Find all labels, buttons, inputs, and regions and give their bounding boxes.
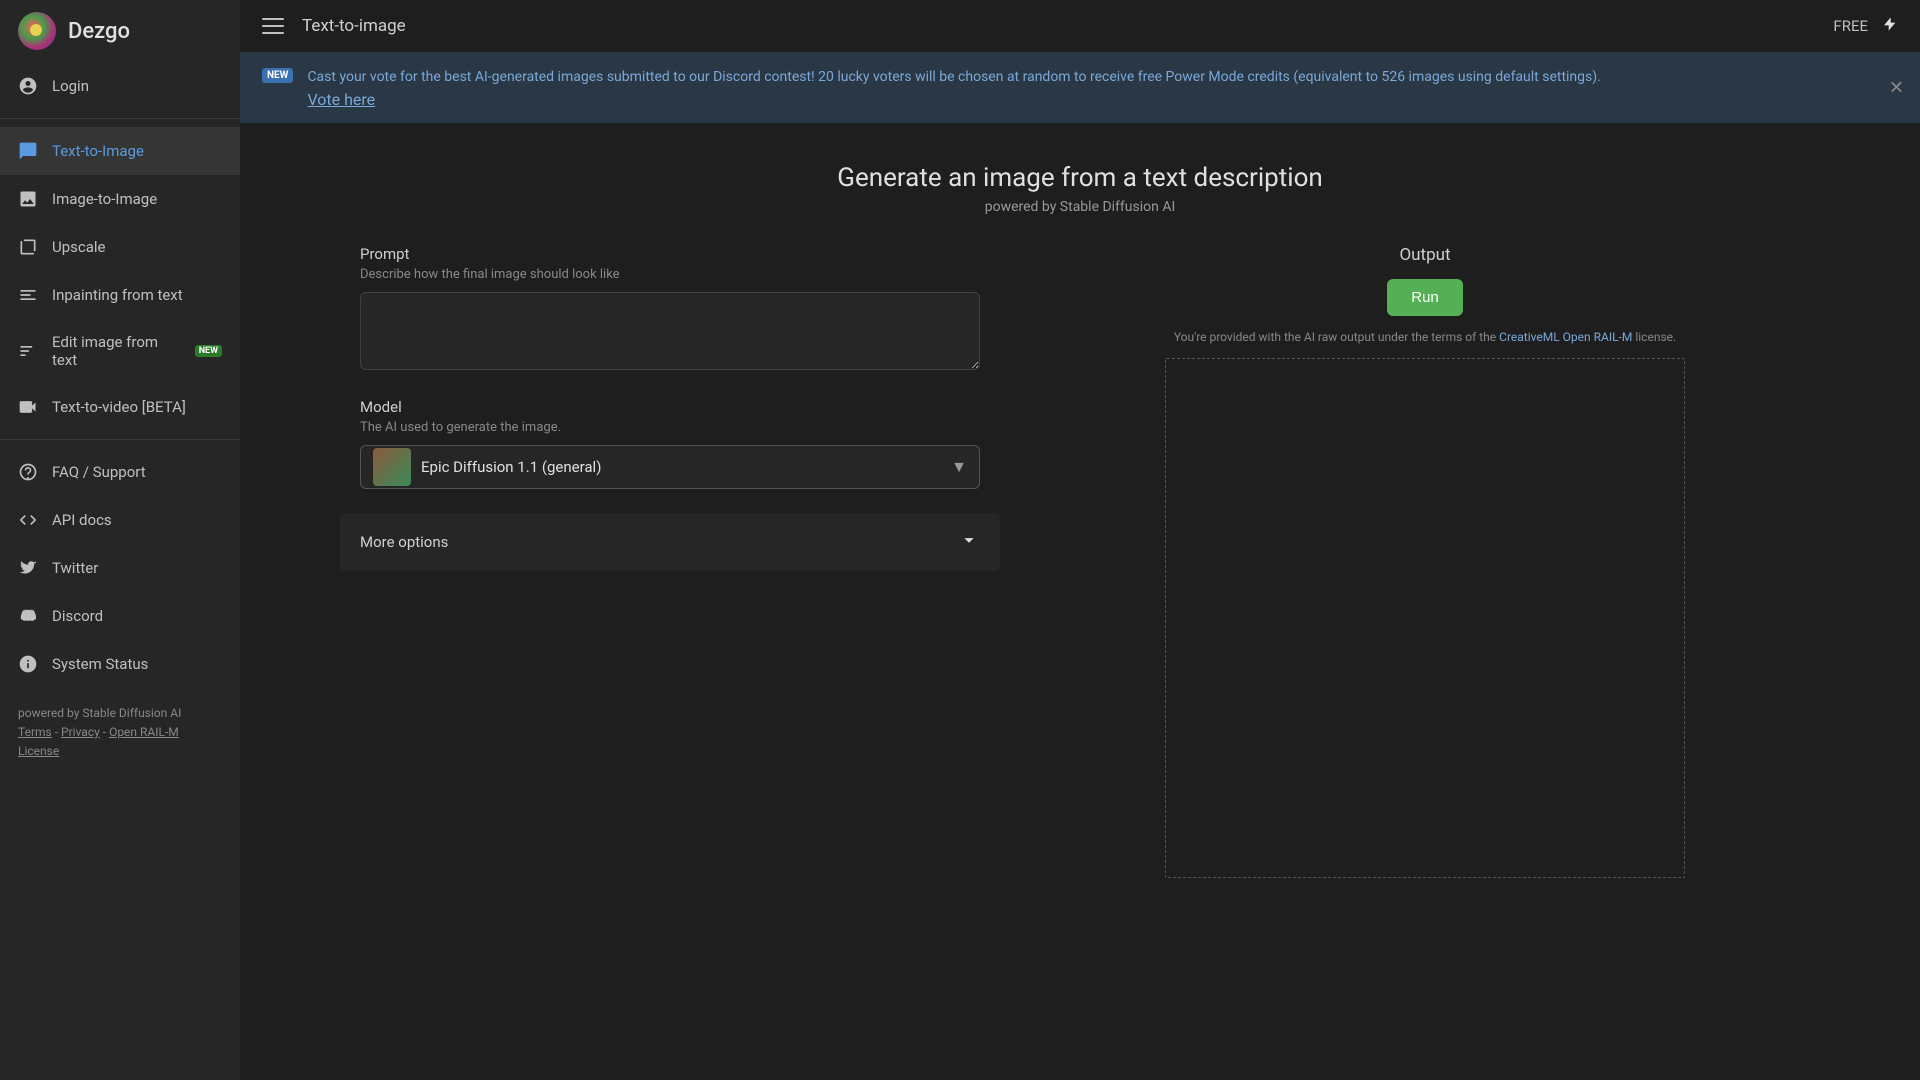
sidebar-item-label: Inpainting from text xyxy=(52,286,183,304)
chat-icon xyxy=(18,141,38,161)
sidebar-item-label: Edit image from text xyxy=(52,333,179,369)
help-icon xyxy=(18,462,38,482)
sidebar-item-edit-image[interactable]: Edit image from text NEW xyxy=(0,319,240,383)
model-thumbnail-icon xyxy=(373,448,411,486)
footer-terms-link[interactable]: Terms xyxy=(18,725,52,739)
crop-icon xyxy=(18,237,38,257)
page-title: Text-to-image xyxy=(302,16,406,36)
close-icon[interactable]: ✕ xyxy=(1889,77,1904,98)
sidebar-item-twitter[interactable]: Twitter xyxy=(0,544,240,592)
sidebar-item-login[interactable]: Login xyxy=(0,62,240,110)
sidebar-item-upscale[interactable]: Upscale xyxy=(0,223,240,271)
output-title: Output xyxy=(1399,245,1450,265)
sidebar-item-faq[interactable]: FAQ / Support xyxy=(0,448,240,496)
sidebar-item-label: API docs xyxy=(52,511,112,529)
footer-powered: powered by Stable Diffusion AI xyxy=(18,704,222,723)
prompt-label: Prompt xyxy=(360,245,980,263)
divider xyxy=(0,118,240,119)
content-title: Generate an image from a text descriptio… xyxy=(837,163,1323,193)
main: Text-to-image FREE NEW Cast your vote fo… xyxy=(240,0,1920,1080)
sort-icon xyxy=(18,341,38,361)
free-mode-label[interactable]: FREE xyxy=(1833,17,1868,35)
model-hint: The AI used to generate the image. xyxy=(360,420,980,435)
sidebar-item-label: Login xyxy=(52,77,89,95)
run-button[interactable]: Run xyxy=(1387,279,1463,316)
model-select[interactable]: Epic Diffusion 1.1 (general) ▼ xyxy=(360,445,980,489)
info-icon xyxy=(18,654,38,674)
discord-icon xyxy=(18,606,38,626)
license-text: You're provided with the AI raw output u… xyxy=(1174,330,1676,344)
divider xyxy=(0,439,240,440)
sidebar-item-text-to-image[interactable]: Text-to-Image xyxy=(0,127,240,175)
input-panel: Prompt Describe how the final image shou… xyxy=(360,245,980,878)
menu-icon[interactable] xyxy=(262,15,284,37)
output-image-placeholder xyxy=(1165,358,1685,878)
code-icon xyxy=(18,510,38,530)
sidebar-item-label: Text-to-video [BETA] xyxy=(52,398,186,416)
logo-icon xyxy=(18,12,56,50)
topbar: Text-to-image FREE xyxy=(240,0,1920,52)
sidebar-item-label: Discord xyxy=(52,607,103,625)
sidebar-item-api[interactable]: API docs xyxy=(0,496,240,544)
new-badge: NEW xyxy=(195,345,222,357)
sidebar-item-image-to-image[interactable]: Image-to-Image xyxy=(0,175,240,223)
chevron-down-icon xyxy=(958,529,980,555)
dropdown-icon: ▼ xyxy=(951,457,967,477)
prompt-input[interactable] xyxy=(360,292,980,370)
model-selected: Epic Diffusion 1.1 (general) xyxy=(421,458,941,476)
sidebar-header: Dezgo xyxy=(0,0,240,62)
sidebar-item-text-to-video[interactable]: Text-to-video [BETA] xyxy=(0,383,240,431)
output-panel: Output Run You're provided with the AI r… xyxy=(1050,245,1800,878)
content-header: Generate an image from a text descriptio… xyxy=(837,163,1323,215)
user-circle-icon xyxy=(18,76,38,96)
video-icon xyxy=(18,397,38,417)
sidebar-item-label: Upscale xyxy=(52,238,106,256)
sidebar: Dezgo Login Text-to-Image Image-to-Image xyxy=(0,0,240,1080)
sidebar-item-status[interactable]: System Status xyxy=(0,640,240,688)
sidebar-item-inpainting[interactable]: Inpainting from text xyxy=(0,271,240,319)
twitter-icon xyxy=(18,558,38,578)
sidebar-item-label: System Status xyxy=(52,655,148,673)
sidebar-item-label: Text-to-Image xyxy=(52,142,144,160)
more-options-label: More options xyxy=(360,533,448,551)
sidebar-footer: powered by Stable Diffusion AI Terms - P… xyxy=(0,688,240,778)
banner-vote-link[interactable]: Vote here xyxy=(307,90,1600,109)
more-options-toggle[interactable]: More options xyxy=(340,513,1000,571)
model-label: Model xyxy=(360,398,980,416)
sidebar-item-discord[interactable]: Discord xyxy=(0,592,240,640)
content-subtitle: powered by Stable Diffusion AI xyxy=(837,199,1323,215)
sidebar-item-label: Twitter xyxy=(52,559,98,577)
sidebar-item-label: Image-to-Image xyxy=(52,190,157,208)
bolt-icon[interactable] xyxy=(1882,14,1898,38)
new-badge: NEW xyxy=(262,68,293,83)
banner-text: Cast your vote for the best AI-generated… xyxy=(307,69,1600,85)
lines-icon xyxy=(18,285,38,305)
license-link[interactable]: CreativeML Open RAIL-M xyxy=(1499,330,1632,344)
image-icon xyxy=(18,189,38,209)
sidebar-item-label: FAQ / Support xyxy=(52,463,146,481)
brand-name: Dezgo xyxy=(68,19,130,44)
prompt-hint: Describe how the final image should look… xyxy=(360,267,980,282)
announcement-banner: NEW Cast your vote for the best AI-gener… xyxy=(240,52,1920,123)
content: Generate an image from a text descriptio… xyxy=(240,123,1920,1080)
footer-privacy-link[interactable]: Privacy xyxy=(61,725,100,739)
